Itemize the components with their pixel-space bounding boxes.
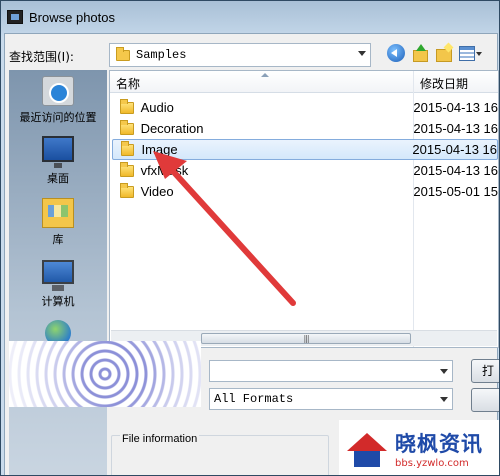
file-name-input[interactable] [209, 360, 453, 382]
site-watermark: 晓枫资讯 bbs.yzwlo.com [339, 420, 499, 475]
up-folder-icon[interactable] [411, 44, 429, 62]
watermark-url: bbs.yzwlo.com [395, 458, 469, 469]
scrollbar-thumb[interactable]: ||| [201, 333, 411, 344]
recent-places-icon [42, 76, 74, 106]
watermark-title: 晓枫资讯 [395, 432, 483, 456]
place-libraries[interactable]: 库 [9, 198, 107, 247]
chevron-down-icon[interactable] [358, 51, 366, 56]
window-title: Browse photos [29, 9, 115, 25]
watermark-text: 晓枫资讯 bbs.yzwlo.com [395, 428, 483, 469]
place-label: 最近访问的位置 [19, 111, 97, 124]
place-label: 库 [52, 233, 64, 246]
look-in-dropdown[interactable]: Samples [109, 43, 371, 67]
view-menu-icon[interactable] [459, 44, 483, 62]
folder-icon [120, 161, 134, 177]
folder-icon [120, 98, 134, 114]
column-date-modified[interactable]: 修改日期 [420, 75, 468, 92]
libraries-icon [42, 198, 74, 228]
browse-photos-dialog: Browse photos 查找范围(I): Samples 最近访问的位置 桌… [0, 0, 500, 476]
photo-preview-image [9, 341, 201, 407]
file-type-dropdown[interactable]: All Formats [209, 388, 453, 410]
place-recent[interactable]: 最近访问的位置 [9, 76, 107, 125]
look-in-label: 查找范围(I): [9, 49, 74, 64]
file-name: Video [140, 184, 174, 199]
computer-icon [42, 260, 74, 291]
place-computer[interactable]: 计算机 [9, 260, 107, 309]
folder-icon [116, 46, 130, 61]
house-logo-icon [345, 429, 389, 469]
file-list[interactable]: 名称 修改日期 Audio 2015-04-13 16 Decoration 2… [109, 70, 499, 348]
file-row-image[interactable]: Image 2015-04-13 16 [112, 139, 498, 160]
column-name[interactable]: 名称 [116, 75, 140, 92]
app-icon [7, 10, 23, 24]
chevron-down-icon[interactable] [440, 369, 448, 374]
file-date: 2015-04-13 16 [413, 121, 498, 136]
file-date: 2015-04-13 16 [413, 163, 498, 178]
file-date: 2015-05-01 15 [413, 184, 498, 199]
sort-arrow-icon [261, 73, 269, 77]
file-row-decoration[interactable]: Decoration 2015-04-13 16 [112, 118, 498, 139]
file-row-audio[interactable]: Audio 2015-04-13 16 [112, 97, 498, 118]
look-in-row: 查找范围(I): Samples [9, 43, 495, 69]
file-information-group: File information [111, 433, 329, 475]
desktop-icon [42, 136, 74, 168]
file-name: vfxMask [140, 163, 189, 178]
title-bar[interactable]: Browse photos [1, 1, 499, 33]
place-desktop[interactable]: 桌面 [9, 136, 107, 186]
folder-icon [120, 119, 134, 135]
file-row-video[interactable]: Video 2015-05-01 15 [112, 181, 498, 202]
file-information-label: File information [120, 433, 200, 445]
file-name: Audio [140, 100, 174, 115]
look-in-value: Samples [136, 48, 187, 62]
file-row-vfxmask[interactable]: vfxMask 2015-04-13 16 [112, 160, 498, 181]
file-name: Image [141, 142, 178, 157]
chevron-down-icon[interactable] [440, 397, 448, 402]
dialog-body: 查找范围(I): Samples 最近访问的位置 桌面 库 计算机 名称 修改日… [4, 33, 499, 475]
column-header: 名称 修改日期 [110, 71, 498, 93]
file-date: 2015-04-13 16 [412, 142, 497, 157]
file-type-value: All Formats [214, 392, 294, 406]
place-label: 计算机 [41, 295, 75, 308]
nav-toolbar [387, 44, 483, 62]
new-folder-icon[interactable] [435, 44, 453, 62]
folder-icon [121, 140, 135, 156]
file-name: Decoration [140, 121, 204, 136]
grip-icon: ||| [303, 334, 309, 343]
open-button[interactable]: 打 [471, 359, 499, 383]
cancel-button[interactable] [471, 388, 499, 412]
file-date: 2015-04-13 16 [413, 100, 498, 115]
back-icon[interactable] [387, 44, 405, 62]
folder-icon [120, 182, 134, 198]
place-label: 桌面 [47, 172, 69, 185]
